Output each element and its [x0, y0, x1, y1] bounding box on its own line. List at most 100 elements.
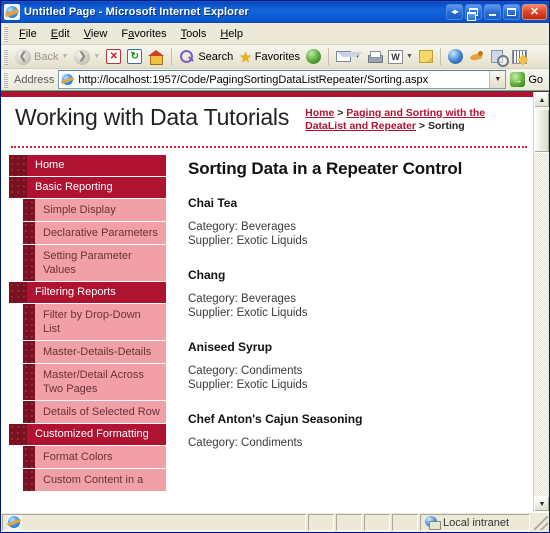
sidebar-item-master-detail-across-two-pages[interactable]: Master/Detail Across Two Pages [23, 364, 166, 401]
msn-icon [447, 49, 463, 64]
product-supplier: Supplier: Exotic Liquids [188, 306, 308, 319]
menu-gripper[interactable] [3, 25, 8, 42]
mail-button[interactable]: ▼ [333, 46, 364, 68]
sidebar-item-filter-by-drop-down-list[interactable]: Filter by Drop-Down List [23, 304, 166, 341]
product-details: Category: Condiments Supplier: Exotic Li… [188, 365, 519, 392]
toolbar-separator [171, 48, 173, 65]
resize-grip[interactable] [534, 515, 548, 530]
sidebar-item-simple-display[interactable]: Simple Display [23, 199, 166, 222]
messenger-icon [469, 50, 485, 63]
address-dropdown-button[interactable]: ▼ [489, 71, 506, 88]
product-supplier: Supplier: Exotic Liquids [188, 378, 308, 391]
breadcrumb-link-home[interactable]: Home [305, 107, 334, 119]
toolbar-gripper[interactable] [3, 48, 8, 65]
product-item: Aniseed Syrup Category: Condiments Suppl… [188, 340, 519, 392]
breadcrumb-separator-2: > [416, 119, 428, 132]
site-header: Working with Data Tutorials Home > Pagin… [1, 97, 533, 145]
research-button[interactable] [488, 46, 509, 68]
stop-icon: ✕ [106, 49, 122, 64]
menu-edit[interactable]: Edit [44, 25, 77, 43]
content-heading: Sorting Data in a Repeater Control [188, 159, 463, 178]
go-button[interactable]: → Go [506, 72, 547, 87]
forward-button[interactable]: ❯ ▼ [71, 46, 103, 68]
ie-document-icon [4, 4, 20, 20]
page-title: Working with Data Tutorials [15, 104, 290, 130]
favorites-button[interactable]: ★ Favorites [236, 46, 303, 68]
go-icon: → [510, 72, 526, 87]
sidebar-item-setting-parameter-values[interactable]: Setting Parameter Values [23, 245, 166, 282]
search-button[interactable]: Search [176, 46, 236, 68]
history-button[interactable] [303, 46, 324, 68]
address-label: Address [14, 73, 55, 86]
forward-arrow-icon: ❯ [74, 48, 91, 65]
scrollbar-track[interactable] [534, 154, 549, 496]
breadcrumb-separator-1: > [334, 107, 347, 119]
notes-button[interactable] [416, 46, 436, 68]
title-bar: Untitled Page - Microsoft Internet Explo… [1, 1, 549, 23]
main-content: Sorting Data in a Repeater Control Chai … [166, 155, 533, 492]
page-viewport: Working with Data Tutorials Home > Pagin… [1, 91, 549, 512]
status-message-pane [2, 514, 306, 531]
messenger-button[interactable] [466, 46, 488, 68]
scroll-down-button[interactable]: ▼ [534, 496, 549, 512]
back-dropdown-caret[interactable]: ▼ [61, 53, 68, 60]
menu-help[interactable]: Help [213, 25, 250, 43]
web-page: Working with Data Tutorials Home > Pagin… [1, 92, 533, 512]
address-input[interactable]: http://localhost:1957/Code/PagingSorting… [58, 70, 507, 89]
browser-window: Untitled Page - Microsoft Internet Explo… [0, 0, 550, 533]
menu-favorites[interactable]: Favorites [114, 25, 173, 43]
sidebar-nav: Home Basic Reporting Simple Display Decl… [1, 155, 166, 492]
sidebar-item-declarative-parameters[interactable]: Declarative Parameters [23, 222, 166, 245]
product-name: Chai Tea [188, 196, 238, 210]
notes-icon [418, 50, 433, 63]
address-bar: Address http://localhost:1957/Code/Pagin… [1, 69, 549, 91]
print-button[interactable] [364, 46, 385, 68]
security-zone-pane[interactable]: Local intranet [420, 514, 530, 531]
refresh-icon: ↻ [127, 49, 143, 64]
back-arrow-icon: ❮ [15, 48, 31, 65]
status-pane-2 [336, 514, 362, 531]
address-url-text: http://localhost:1957/Code/PagingSorting… [78, 73, 429, 86]
refresh-button[interactable]: ↻ [124, 46, 145, 68]
page-scrollbar[interactable]: ▲ ▼ [533, 92, 549, 512]
menu-file[interactable]: File [12, 25, 44, 43]
product-item: Chai Tea Category: Beverages Supplier: E… [188, 196, 519, 248]
spreadsheet-button[interactable] [509, 46, 530, 68]
favorites-label: Favorites [254, 50, 301, 63]
product-item: Chef Anton's Cajun Seasoning Category: C… [188, 412, 519, 451]
sidebar-item-basic-reporting[interactable]: Basic Reporting [9, 177, 166, 199]
product-details: Category: Beverages Supplier: Exotic Liq… [188, 221, 519, 248]
product-category: Category: Condiments [188, 365, 303, 377]
sidebar-item-details-of-selected-row[interactable]: Details of Selected Row [23, 401, 166, 424]
sidebar-item-custom-content[interactable]: Custom Content in a [23, 469, 166, 492]
stop-button[interactable]: ✕ [103, 46, 124, 68]
sidebar-item-master-details-details[interactable]: Master-Details-Details [23, 341, 166, 364]
home-button[interactable] [145, 46, 167, 68]
edit-button[interactable]: W ▼ [385, 46, 416, 68]
back-button[interactable]: ❮ Back ▼ [12, 46, 71, 68]
close-button[interactable]: ✕ [522, 4, 547, 20]
menu-tools[interactable]: Tools [174, 25, 214, 43]
mail-icon [336, 51, 364, 62]
product-item: Chang Category: Beverages Supplier: Exot… [188, 268, 519, 320]
restore-group-button[interactable]: ◂▸ [446, 4, 463, 20]
status-bar: Local intranet [1, 512, 549, 532]
go-label: Go [528, 73, 543, 86]
msn-button[interactable] [445, 46, 466, 68]
edit-dropdown-caret[interactable]: ▼ [406, 53, 413, 60]
forward-dropdown-caret[interactable]: ▼ [93, 53, 100, 60]
address-gripper[interactable] [3, 71, 8, 88]
menu-view[interactable]: View [77, 25, 115, 43]
window-title: Untitled Page - Microsoft Internet Explo… [24, 6, 249, 18]
sidebar-item-filtering-reports[interactable]: Filtering Reports [9, 282, 166, 304]
scroll-up-button[interactable]: ▲ [534, 92, 549, 108]
restore-window-button[interactable] [465, 4, 482, 21]
status-page-icon [7, 515, 22, 530]
scrollbar-thumb[interactable] [534, 109, 549, 153]
maximize-button[interactable] [503, 4, 520, 20]
sidebar-item-format-colors[interactable]: Format Colors [23, 446, 166, 469]
menu-bar: File Edit View Favorites Tools Help [1, 23, 549, 45]
sidebar-item-customized-formatting[interactable]: Customized Formatting [9, 424, 166, 446]
sidebar-item-home[interactable]: Home [9, 155, 166, 177]
minimize-button[interactable] [484, 4, 501, 20]
